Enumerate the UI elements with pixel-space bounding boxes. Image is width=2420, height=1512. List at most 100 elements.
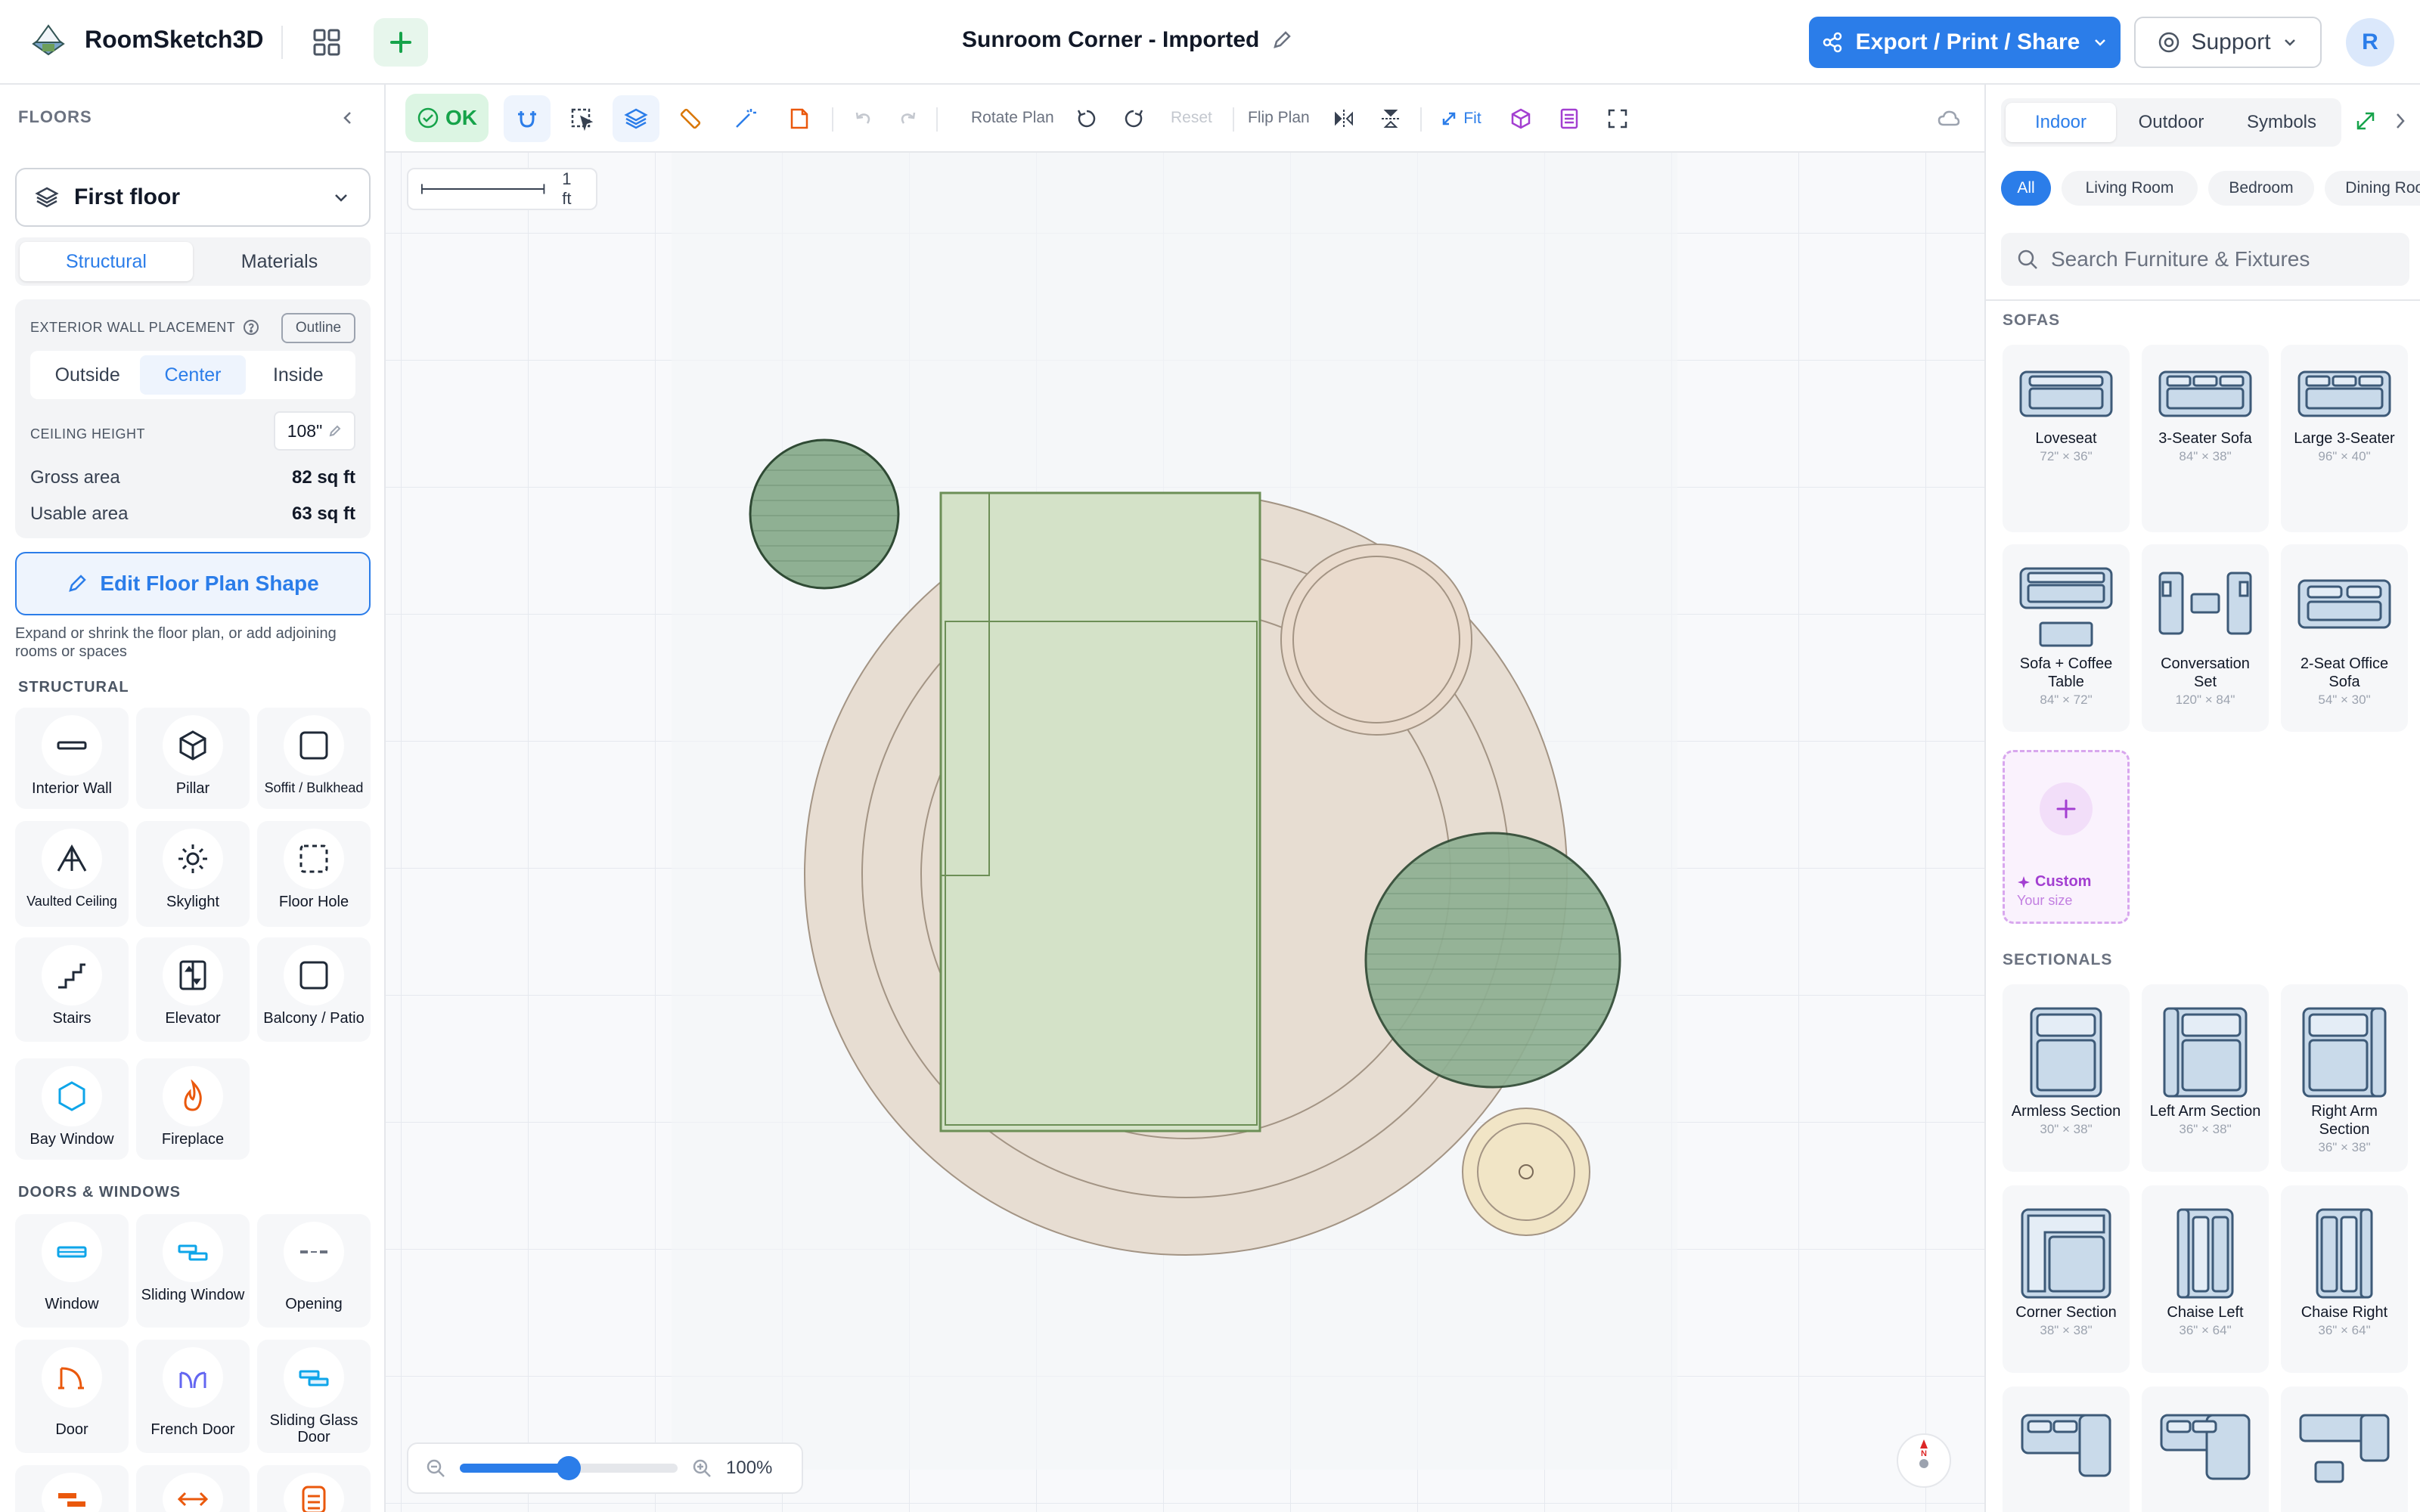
- tool-stairs[interactable]: Stairs: [15, 937, 129, 1042]
- document-title[interactable]: Sunroom Corner - Imported: [962, 27, 1292, 53]
- tool-elevator[interactable]: Elevator: [136, 937, 250, 1042]
- new-project-button[interactable]: [374, 18, 428, 67]
- dashboard-grid-icon[interactable]: [306, 23, 348, 62]
- fireplace-icon: [184, 1080, 202, 1111]
- zoom-control: 100%: [407, 1442, 803, 1494]
- tool-soffit[interactable]: Soffit / Bulkhead: [257, 708, 371, 809]
- magic-wand-button[interactable]: [721, 95, 768, 142]
- fit-button[interactable]: Fit: [1429, 95, 1493, 142]
- furniture-corner-section[interactable]: Corner Section 38" × 38": [2003, 1185, 2130, 1373]
- tool-french-door[interactable]: French Door: [136, 1340, 250, 1453]
- placement-center[interactable]: Center: [140, 355, 246, 395]
- support-button[interactable]: Support: [2134, 17, 2322, 68]
- furniture-sectional-with-ottoman[interactable]: [2281, 1387, 2408, 1512]
- tool-balcony[interactable]: Balcony / Patio: [257, 937, 371, 1042]
- tab-symbols[interactable]: Symbols: [2226, 103, 2337, 142]
- tab-outdoor[interactable]: Outdoor: [2116, 103, 2226, 142]
- notes-button[interactable]: [776, 95, 823, 142]
- furniture-u-sectional[interactable]: [2003, 1387, 2130, 1512]
- tool-cabinet[interactable]: [257, 1465, 371, 1512]
- ceiling-height-input[interactable]: 108": [274, 411, 355, 451]
- furniture-sofa-coffee-table[interactable]: Sofa + Coffee Table 84" × 72": [2003, 544, 2130, 732]
- help-icon[interactable]: [243, 319, 259, 336]
- rotate-left-button[interactable]: [1068, 95, 1106, 142]
- collapse-panel-icon[interactable]: [334, 104, 361, 132]
- chip-all[interactable]: All: [2001, 171, 2051, 206]
- undo-button[interactable]: [844, 95, 882, 142]
- furniture-search-field[interactable]: Search Furniture & Fixtures: [2001, 233, 2409, 286]
- furniture-conversation-set[interactable]: Conversation Set 120" × 84": [2142, 544, 2269, 732]
- tool-pocket-door[interactable]: [15, 1465, 129, 1512]
- tool-door[interactable]: Door: [15, 1340, 129, 1453]
- zoom-out-icon[interactable]: [425, 1458, 446, 1479]
- pencil-icon[interactable]: [1271, 29, 1292, 51]
- furniture-loveseat[interactable]: Loveseat 72" × 36": [2003, 345, 2130, 532]
- zoom-slider-handle[interactable]: [557, 1456, 581, 1480]
- zoom-slider[interactable]: [460, 1456, 678, 1480]
- tool-label: Skylight: [166, 894, 220, 910]
- furniture-dims: 30" × 38": [2040, 1122, 2093, 1136]
- measure-button[interactable]: [667, 95, 714, 142]
- reset-rotation-button[interactable]: Reset: [1171, 109, 1212, 127]
- furniture-left-arm-section[interactable]: Left Arm Section 36" × 38": [2142, 984, 2269, 1172]
- stool[interactable]: [1462, 1108, 1590, 1236]
- chevron-right-icon[interactable]: [2390, 110, 2411, 135]
- redo-icon: [901, 112, 916, 124]
- floor-plan-canvas[interactable]: OK Rotate Plan Reset Flip Plan Fit 1 ft …: [386, 85, 1984, 1512]
- custom-size-tile[interactable]: Custom Your size: [2003, 750, 2130, 924]
- placement-outside[interactable]: Outside: [35, 355, 140, 395]
- edit-floor-plan-shape-button[interactable]: Edit Floor Plan Shape: [15, 552, 371, 615]
- placement-inside[interactable]: Inside: [246, 355, 351, 395]
- tool-bay-window[interactable]: Bay Window: [15, 1058, 129, 1160]
- select-area-button[interactable]: [558, 95, 605, 142]
- tab-indoor[interactable]: Indoor: [2006, 103, 2116, 142]
- furniture-large-3-seater[interactable]: Large 3-Seater 96" × 40": [2281, 345, 2408, 532]
- side-table-round[interactable]: [1280, 544, 1472, 736]
- app-logo-icon[interactable]: [27, 21, 70, 64]
- tool-floor-hole[interactable]: Floor Hole: [257, 821, 371, 927]
- tool-label: Opening: [285, 1296, 343, 1312]
- tool-double-arrow[interactable]: [136, 1465, 250, 1512]
- tool-fireplace[interactable]: Fireplace: [136, 1058, 250, 1160]
- furniture-l-sectional[interactable]: [2142, 1387, 2269, 1512]
- rotate-right-button[interactable]: [1115, 95, 1153, 142]
- tab-structural[interactable]: Structural: [20, 242, 193, 281]
- furniture-chaise-left[interactable]: Chaise Left 36" × 64": [2142, 1185, 2269, 1373]
- fullscreen-button[interactable]: [1597, 95, 1638, 142]
- chip-dining-room[interactable]: Dining Room: [2325, 171, 2420, 206]
- ok-status-button[interactable]: OK: [405, 94, 489, 142]
- compass-widget[interactable]: N: [1897, 1433, 1951, 1488]
- floor-select[interactable]: First floor: [15, 168, 371, 227]
- tool-vaulted-ceiling[interactable]: Vaulted Ceiling: [15, 821, 129, 927]
- outline-toggle-button[interactable]: Outline: [281, 313, 355, 343]
- furniture-2-seat-office-sofa[interactable]: 2-Seat Office Sofa 54" × 30": [2281, 544, 2408, 732]
- tool-skylight[interactable]: Skylight: [136, 821, 250, 927]
- furniture-right-arm-section[interactable]: Right Arm Section 36" × 38": [2281, 984, 2408, 1172]
- cloud-sync-button[interactable]: [1928, 95, 1969, 142]
- expand-panel-icon[interactable]: [2353, 109, 2378, 137]
- doors-windows-section-title: DOORS & WINDOWS: [18, 1184, 181, 1201]
- chip-bedroom[interactable]: Bedroom: [2208, 171, 2314, 206]
- view-3d-button[interactable]: [1500, 95, 1541, 142]
- flip-vertical-button[interactable]: [1372, 95, 1410, 142]
- chip-living-room[interactable]: Living Room: [2062, 171, 2198, 206]
- tool-interior-wall[interactable]: Interior Wall: [15, 708, 129, 809]
- flip-horizontal-button[interactable]: [1325, 95, 1363, 142]
- tool-sliding-window[interactable]: Sliding Window: [136, 1214, 250, 1328]
- export-print-share-button[interactable]: Export / Print / Share: [1809, 17, 2121, 68]
- tool-pillar[interactable]: Pillar: [136, 708, 250, 809]
- redo-button[interactable]: [889, 95, 927, 142]
- furniture-chaise-right[interactable]: Chaise Right 36" × 64": [2281, 1185, 2408, 1373]
- tool-window[interactable]: Window: [15, 1214, 129, 1328]
- tool-opening[interactable]: Opening: [257, 1214, 371, 1328]
- tab-materials[interactable]: Materials: [193, 242, 366, 281]
- magnet-snap-button[interactable]: [504, 95, 551, 142]
- tool-sliding-glass-door[interactable]: Sliding Glass Door: [257, 1340, 371, 1453]
- report-button[interactable]: [1549, 95, 1590, 142]
- layers-button[interactable]: [613, 95, 659, 142]
- furniture-3-seater-sofa[interactable]: 3-Seater Sofa 84" × 38": [2142, 345, 2269, 532]
- user-avatar[interactable]: R: [2346, 18, 2394, 67]
- furniture-armless-section[interactable]: Armless Section 30" × 38": [2003, 984, 2130, 1172]
- plan-drawing[interactable]: [386, 85, 1984, 1512]
- zoom-in-icon[interactable]: [691, 1458, 712, 1479]
